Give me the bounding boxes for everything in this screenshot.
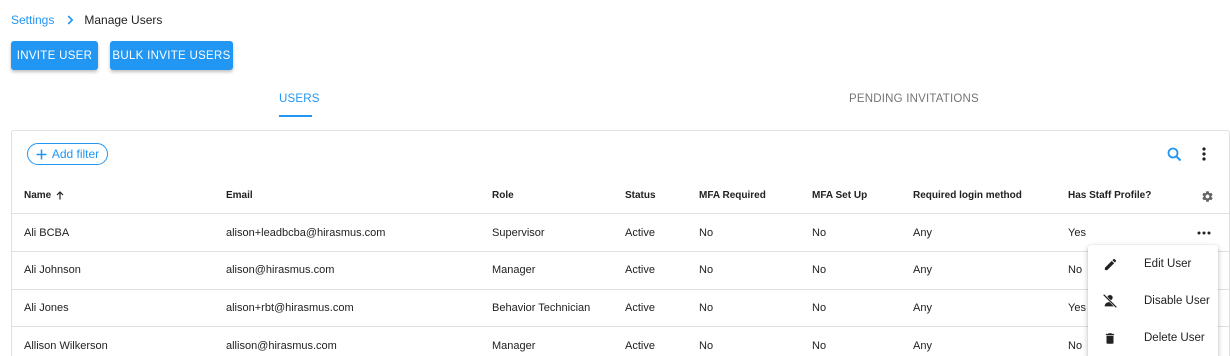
cell-mfa-required: No — [699, 302, 714, 314]
trash-icon — [1102, 330, 1118, 346]
bulk-invite-users-button[interactable]: BULK INVITE USERS — [110, 41, 233, 70]
cell-name: Ali Johnson — [24, 264, 81, 276]
tab-users[interactable]: USERS — [279, 93, 320, 105]
breadcrumb-settings-link[interactable]: Settings — [11, 13, 54, 27]
cell-role: Supervisor — [492, 227, 545, 239]
users-table-card — [11, 130, 1230, 356]
column-header-mfa-set-up[interactable]: MFA Set Up — [812, 190, 867, 201]
cell-login-method: Any — [913, 340, 932, 352]
row-action-menu: Edit User Disable User Delete User — [1088, 245, 1218, 356]
column-header-staff-profile[interactable]: Has Staff Profile? — [1068, 190, 1151, 201]
active-tab-indicator — [279, 115, 312, 117]
cell-status: Active — [625, 340, 655, 352]
cell-mfa-set-up: No — [812, 264, 827, 276]
cell-status: Active — [625, 264, 655, 276]
cell-email: alison+leadbcba@hirasmus.com — [226, 227, 386, 239]
edit-icon — [1102, 256, 1118, 272]
cell-name: Allison Wilkerson — [24, 340, 108, 352]
cell-mfa-set-up: No — [812, 340, 827, 352]
cell-login-method: Any — [913, 302, 932, 314]
column-header-name[interactable]: Name — [24, 190, 64, 201]
row-divider — [12, 213, 1229, 214]
menu-item-delete-user[interactable]: Delete User — [1088, 320, 1218, 356]
menu-item-label: Delete User — [1144, 332, 1205, 344]
chevron-right-icon — [67, 15, 74, 25]
cell-email: alison@hirasmus.com — [226, 264, 335, 276]
cell-status: Active — [625, 302, 655, 314]
cell-email: allison@hirasmus.com — [226, 340, 337, 352]
more-horiz-icon[interactable] — [1195, 226, 1213, 240]
column-header-status[interactable]: Status — [625, 190, 656, 201]
cell-staff-profile: No — [1068, 264, 1083, 276]
cell-name: Ali Jones — [24, 302, 69, 314]
gear-icon[interactable] — [1200, 189, 1214, 203]
cell-staff-profile: Yes — [1068, 227, 1086, 239]
invite-user-button[interactable]: INVITE USER — [11, 41, 98, 70]
breadcrumb-current: Manage Users — [84, 13, 163, 27]
cell-login-method: Any — [913, 227, 932, 239]
column-header-label: Name — [24, 190, 52, 201]
tab-pending-invitations[interactable]: PENDING INVITATIONS — [849, 93, 979, 105]
cell-email: alison+rbt@hirasmus.com — [226, 302, 354, 314]
menu-item-disable-user[interactable]: Disable User — [1088, 283, 1218, 319]
cell-status: Active — [625, 227, 655, 239]
cell-staff-profile: No — [1068, 340, 1083, 352]
row-divider — [12, 251, 1229, 252]
cell-mfa-required: No — [699, 340, 714, 352]
more-vert-icon[interactable] — [1196, 145, 1212, 163]
menu-item-label: Disable User — [1144, 295, 1210, 307]
add-filter-button[interactable]: Add filter — [27, 143, 108, 165]
search-icon[interactable] — [1165, 145, 1183, 163]
plus-icon — [36, 149, 47, 160]
column-header-email[interactable]: Email — [226, 190, 253, 201]
row-divider — [12, 289, 1229, 290]
cell-role: Manager — [492, 264, 536, 276]
cell-mfa-required: No — [699, 227, 714, 239]
row-divider — [12, 326, 1229, 327]
cell-mfa-set-up: No — [812, 227, 827, 239]
cell-login-method: Any — [913, 264, 932, 276]
menu-item-label: Edit User — [1144, 258, 1192, 270]
cell-name: Ali BCBA — [24, 227, 70, 239]
add-filter-label: Add filter — [51, 147, 100, 161]
cell-staff-profile: Yes — [1068, 302, 1086, 314]
menu-item-edit-user[interactable]: Edit User — [1088, 246, 1218, 282]
cell-mfa-required: No — [699, 264, 714, 276]
cell-role: Manager — [492, 340, 536, 352]
column-header-mfa-required[interactable]: MFA Required — [699, 190, 766, 201]
cell-role: Behavior Technician — [492, 302, 591, 314]
column-header-role[interactable]: Role — [492, 190, 514, 201]
person-off-icon — [1102, 293, 1118, 309]
column-header-login-method[interactable]: Required login method — [913, 190, 1022, 201]
cell-mfa-set-up: No — [812, 302, 827, 314]
arrow-up-icon — [56, 191, 64, 200]
breadcrumb: Settings Manage Users — [11, 12, 162, 28]
